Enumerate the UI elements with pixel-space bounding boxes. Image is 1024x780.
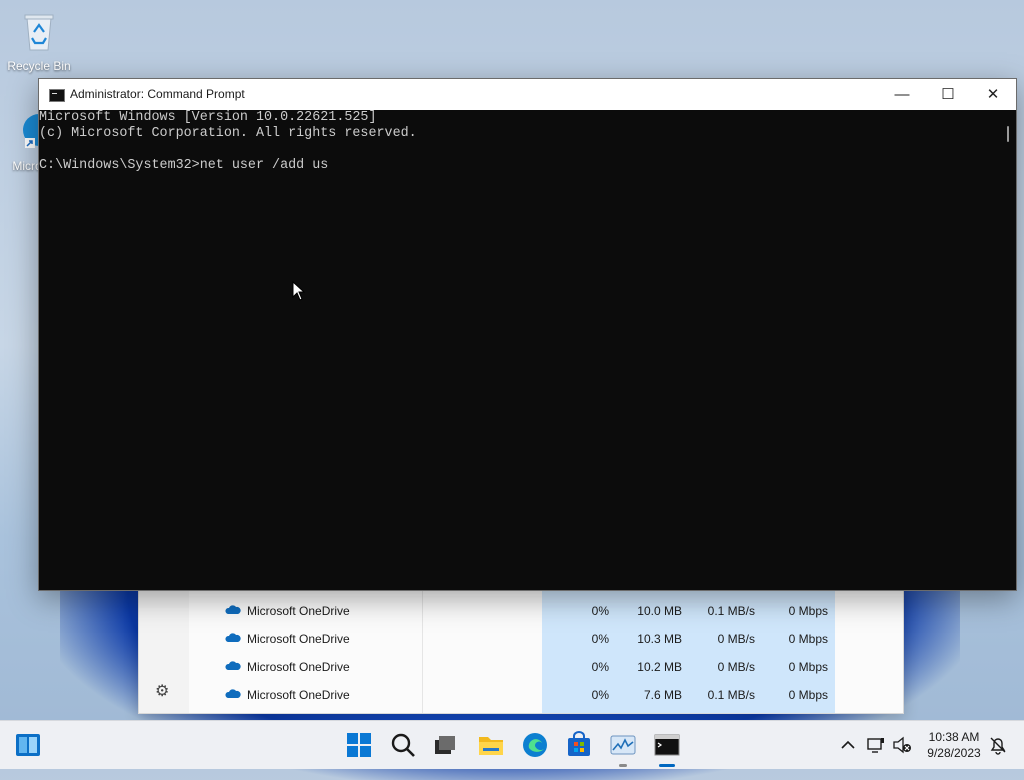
memory-value: 10.2 MB	[637, 660, 682, 674]
disk-value: 0 MB/s	[717, 632, 755, 646]
maximize-icon: ☐	[941, 86, 955, 103]
cpu-value: 0%	[591, 632, 609, 646]
command-prompt-icon	[49, 89, 65, 102]
task-manager-sidebar: ⚙	[139, 589, 189, 713]
clock-time: 10:38 AM	[928, 730, 980, 744]
settings-gear-icon[interactable]: ⚙	[155, 681, 169, 701]
network-value: 0 Mbps	[788, 604, 828, 618]
command-prompt-window[interactable]: Administrator: Command Prompt — ☐ ✕ Micr…	[38, 78, 1017, 591]
minimize-button[interactable]: —	[879, 79, 925, 110]
console-output[interactable]: Microsoft Windows [Version 10.0.22621.52…	[39, 110, 999, 588]
file-explorer-icon[interactable]	[477, 731, 505, 759]
onedrive-cloud-icon	[225, 661, 241, 670]
task-manager-window: ⚙ Microsoft OneDrive 0% 10.0 MB 0.1 MB/s…	[138, 588, 904, 714]
process-row[interactable]: Microsoft OneDrive 0% 10.0 MB 0.1 MB/s 0…	[189, 597, 903, 625]
clock-date: 9/28/2023	[927, 746, 981, 760]
chevron-up-icon[interactable]	[838, 735, 858, 755]
console-line: (c) Microsoft Corporation. All rights re…	[39, 126, 417, 141]
desktop-icon-label: Recycle Bin	[7, 59, 71, 73]
network-value: 0 Mbps	[788, 632, 828, 646]
edge-browser-icon[interactable]	[521, 731, 549, 759]
process-name: Microsoft OneDrive	[247, 660, 350, 674]
disk-value: 0 MB/s	[717, 660, 755, 674]
desktop-icon-recycle-bin[interactable]: Recycle Bin	[4, 10, 74, 73]
console-command-line[interactable]: C:\Windows\System32>net user /add us	[39, 158, 999, 174]
volume-muted-icon[interactable]	[892, 735, 912, 755]
disk-value: 0.1 MB/s	[707, 688, 755, 702]
taskbar: 10:38 AM 9/28/2023	[0, 720, 1024, 769]
close-icon: ✕	[986, 86, 1000, 103]
start-icon[interactable]	[345, 731, 373, 759]
process-row[interactable]: Microsoft OneDrive 0% 10.2 MB 0 MB/s 0 M…	[189, 653, 903, 681]
search-icon[interactable]	[389, 731, 417, 759]
onedrive-cloud-icon	[225, 689, 241, 698]
scrollbar-thumb[interactable]	[1007, 126, 1009, 142]
process-name: Microsoft OneDrive	[247, 688, 350, 702]
window-title: Administrator: Command Prompt	[70, 87, 245, 101]
widgets-icon[interactable]	[14, 731, 42, 759]
onedrive-cloud-icon	[225, 633, 241, 642]
title-bar[interactable]: Administrator: Command Prompt — ☐ ✕	[39, 79, 1016, 110]
memory-value: 7.6 MB	[643, 688, 682, 702]
process-name: Microsoft OneDrive	[247, 604, 350, 618]
network-value: 0 Mbps	[788, 660, 828, 674]
clock[interactable]: 10:38 AM 9/28/2023	[918, 721, 990, 769]
memory-value: 10.0 MB	[637, 604, 682, 618]
notification-bell-icon[interactable]	[988, 735, 1008, 755]
memory-value: 10.3 MB	[637, 632, 682, 646]
command-prompt-taskbar-icon[interactable]	[653, 731, 681, 759]
task-manager-icon[interactable]	[609, 731, 637, 759]
process-name: Microsoft OneDrive	[247, 632, 350, 646]
onedrive-cloud-icon	[225, 605, 241, 614]
mouse-pointer-icon	[292, 281, 306, 301]
cpu-value: 0%	[591, 660, 609, 674]
active-indicator	[659, 764, 675, 767]
cpu-value: 0%	[591, 688, 609, 702]
task-view-icon[interactable]	[431, 731, 459, 759]
microsoft-store-icon[interactable]	[565, 731, 593, 759]
network-icon[interactable]	[866, 735, 886, 755]
cpu-value: 0%	[591, 604, 609, 618]
console-line: Microsoft Windows [Version 10.0.22621.52…	[39, 110, 377, 125]
minimize-icon: —	[894, 86, 910, 103]
running-indicator	[619, 764, 627, 767]
vertical-scrollbar[interactable]	[999, 110, 1016, 590]
disk-value: 0.1 MB/s	[707, 604, 755, 618]
process-row[interactable]: Microsoft OneDrive 0% 10.3 MB 0 MB/s 0 M…	[189, 625, 903, 653]
recycle-bin-icon	[24, 14, 54, 51]
network-value: 0 Mbps	[788, 688, 828, 702]
close-button[interactable]: ✕	[970, 79, 1016, 110]
process-row[interactable]: Microsoft OneDrive 0% 7.6 MB 0.1 MB/s 0 …	[189, 681, 903, 709]
maximize-button[interactable]: ☐	[925, 79, 971, 110]
